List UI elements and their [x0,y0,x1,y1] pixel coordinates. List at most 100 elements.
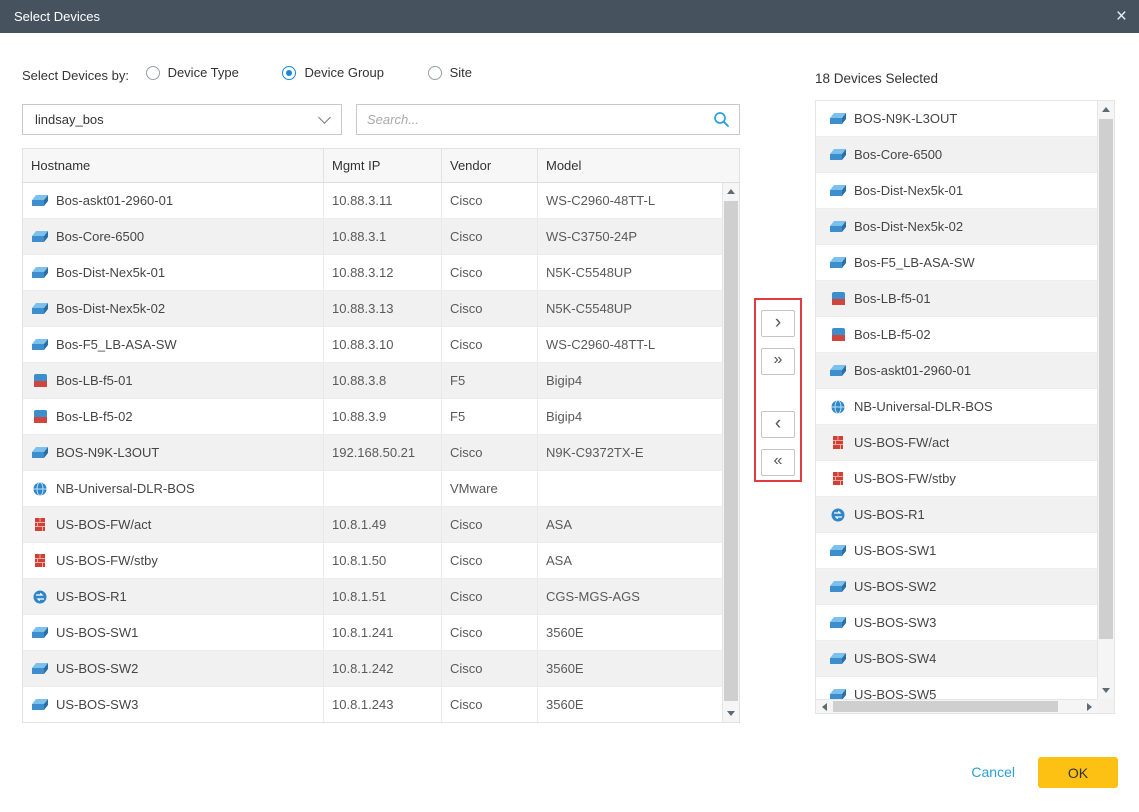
selected-device-item[interactable]: Bos-LB-f5-01 [816,281,1097,317]
table-row[interactable]: US-BOS-SW310.8.1.243Cisco3560E [23,687,722,722]
vendor-cell: Cisco [441,507,537,542]
selected-device-item[interactable]: NB-Universal-DLR-BOS [816,389,1097,425]
scroll-up-button[interactable] [723,183,739,200]
switch-device-icon [829,112,847,125]
radio-site[interactable]: Site [428,64,472,82]
table-row[interactable]: US-BOS-SW210.8.1.242Cisco3560E [23,651,722,687]
column-header-mgmt-ip[interactable]: Mgmt IP [323,149,441,182]
selected-device-item[interactable]: US-BOS-FW/stby [816,461,1097,497]
model-cell: WS-C2960-48TT-L [537,327,722,362]
table-row[interactable]: Bos-F5_LB-ASA-SW10.88.3.10CiscoWS-C2960-… [23,327,722,363]
table-row[interactable]: Bos-Core-650010.88.3.1CiscoWS-C3750-24P [23,219,722,255]
selected-count-label: 18 Devices Selected [815,71,938,86]
device-group-dropdown[interactable]: lindsay_bos [22,104,342,135]
radio-label: Device Group [304,64,383,82]
selected-device-label: NB-Universal-DLR-BOS [854,399,993,414]
selected-list-vertical-scrollbar[interactable] [1097,101,1114,699]
device-table-header: Hostname Mgmt IP Vendor Model [23,149,739,183]
triangle-left-icon [822,703,827,711]
move-right-button[interactable]: › [761,310,795,337]
hostname-text: US-BOS-FW/stby [56,553,158,568]
table-row[interactable]: Bos-Dist-Nex5k-0210.88.3.13CiscoN5K-C554… [23,291,722,327]
table-row[interactable]: US-BOS-R110.8.1.51CiscoCGS-MGS-AGS [23,579,722,615]
selected-device-label: Bos-Dist-Nex5k-01 [854,183,963,198]
selected-device-item[interactable]: US-BOS-SW4 [816,641,1097,677]
column-header-model[interactable]: Model [537,149,739,182]
vendor-cell-text: Cisco [450,589,483,604]
hostname-text: BOS-N9K-L3OUT [56,445,159,460]
column-header-hostname[interactable]: Hostname [23,149,323,182]
triangle-down-icon [727,711,735,716]
table-row[interactable]: Bos-LB-f5-0110.88.3.8F5Bigip4 [23,363,722,399]
selected-device-item[interactable]: Bos-F5_LB-ASA-SW [816,245,1097,281]
selected-device-item[interactable]: Bos-Core-6500 [816,137,1097,173]
table-row[interactable]: Bos-Dist-Nex5k-0110.88.3.12CiscoN5K-C554… [23,255,722,291]
mgmt-ip-cell-text: 10.8.1.242 [332,661,393,676]
selected-device-item[interactable]: BOS-N9K-L3OUT [816,101,1097,137]
ok-button[interactable]: OK [1038,757,1118,788]
hostname-text: US-BOS-FW/act [56,517,151,532]
selected-device-label: Bos-LB-f5-01 [854,291,931,306]
scroll-left-button[interactable] [816,700,832,713]
move-left-button[interactable]: ‹ [761,411,795,438]
hostname-text: Bos-F5_LB-ASA-SW [56,337,177,352]
mgmt-ip-cell: 10.88.3.12 [323,255,441,290]
selected-device-label: BOS-N9K-L3OUT [854,111,957,126]
table-row[interactable]: US-BOS-FW/act10.8.1.49CiscoASA [23,507,722,543]
vendor-cell-text: Cisco [450,337,483,352]
cancel-button[interactable]: Cancel [971,757,1015,788]
scroll-up-button[interactable] [1098,101,1114,118]
column-header-vendor[interactable]: Vendor [441,149,537,182]
vendor-cell-text: Cisco [450,661,483,676]
selected-device-item[interactable]: US-BOS-R1 [816,497,1097,533]
scroll-down-button[interactable] [1098,682,1114,699]
table-scrollbar[interactable] [722,183,739,722]
scrollbar-thumb[interactable] [1099,119,1113,639]
selected-device-item[interactable]: Bos-Dist-Nex5k-01 [816,173,1097,209]
selected-device-item[interactable]: US-BOS-SW1 [816,533,1097,569]
table-row[interactable]: BOS-N9K-L3OUT192.168.50.21CiscoN9K-C9372… [23,435,722,471]
table-row[interactable]: US-BOS-FW/stby10.8.1.50CiscoASA [23,543,722,579]
table-row[interactable]: Bos-LB-f5-0210.88.3.9F5Bigip4 [23,399,722,435]
switch-device-icon [31,698,49,711]
move-all-left-button[interactable]: « [761,449,795,476]
select-devices-dialog: Select Devices × Select Devices by: Devi… [0,0,1139,812]
chevron-down-icon [318,111,331,124]
switch-device-icon [829,148,847,161]
selected-device-item[interactable]: US-BOS-FW/act [816,425,1097,461]
move-all-right-button[interactable]: » [761,348,795,375]
selected-device-item[interactable]: Bos-Dist-Nex5k-02 [816,209,1097,245]
dropdown-value: lindsay_bos [35,112,104,127]
table-row[interactable]: NB-Universal-DLR-BOSVMware [23,471,722,507]
close-icon[interactable]: × [1116,0,1127,33]
switch-device-icon [31,662,49,675]
search-input[interactable] [357,112,713,127]
search-icon[interactable] [713,111,730,128]
scroll-down-button[interactable] [723,705,739,722]
mgmt-ip-cell-text: 10.8.1.49 [332,517,386,532]
selected-list-horizontal-scrollbar[interactable] [816,699,1097,713]
vendor-cell-text: Cisco [450,625,483,640]
selected-device-item[interactable]: Bos-LB-f5-02 [816,317,1097,353]
scroll-right-button[interactable] [1081,700,1097,713]
selected-device-item[interactable]: Bos-askt01-2960-01 [816,353,1097,389]
mgmt-ip-cell-text: 192.168.50.21 [332,445,415,460]
radio-device-type[interactable]: Device Type [146,64,239,82]
selected-device-label: Bos-LB-f5-02 [854,327,931,342]
switch-device-icon [829,616,847,629]
table-row[interactable]: Bos-askt01-2960-0110.88.3.11CiscoWS-C296… [23,183,722,219]
selected-device-item[interactable]: US-BOS-SW5 [816,677,1097,699]
table-row[interactable]: US-BOS-SW110.8.1.241Cisco3560E [23,615,722,651]
switch-device-icon [31,446,49,459]
selected-device-item[interactable]: US-BOS-SW3 [816,605,1097,641]
scrollbar-thumb[interactable] [724,201,738,701]
scrollbar-thumb[interactable] [833,701,1058,712]
selected-device-item[interactable]: US-BOS-SW2 [816,569,1097,605]
radio-icon [146,66,160,80]
switch-device-icon [31,230,49,243]
hostname-cell: US-BOS-FW/stby [23,543,323,578]
mgmt-ip-cell-text: 10.88.3.12 [332,265,393,280]
radio-device-group[interactable]: Device Group [282,64,383,82]
model-cell-text: WS-C3750-24P [546,229,637,244]
hostname-cell: Bos-Dist-Nex5k-02 [23,291,323,326]
